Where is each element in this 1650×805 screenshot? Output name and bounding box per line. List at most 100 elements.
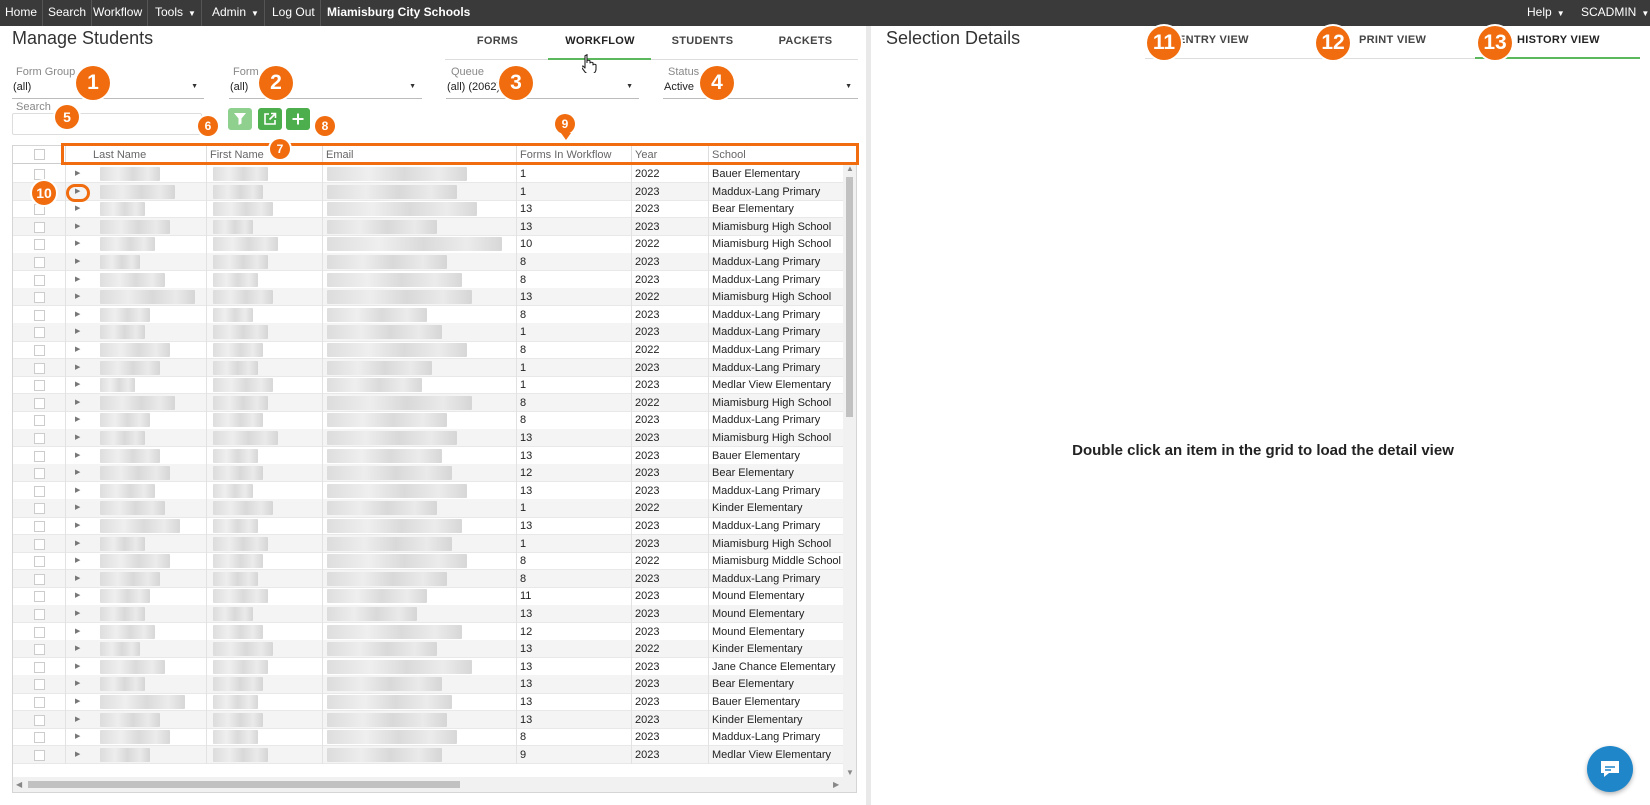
row-checkbox[interactable] (34, 573, 45, 585)
nav-home[interactable]: Home (0, 0, 44, 26)
vertical-scroll-thumb[interactable] (846, 177, 853, 417)
table-row[interactable]: ▶ 8 2023 Maddux-Lang Primary (13, 270, 843, 289)
table-row[interactable]: ▶ 13 2023 Miamisburg High School (13, 429, 843, 448)
filter-button[interactable] (228, 108, 252, 130)
table-row[interactable]: ▶ 8 2022 Miamisburg High School (13, 393, 843, 413)
row-checkbox[interactable] (34, 309, 45, 321)
add-button[interactable] (286, 108, 310, 130)
expand-row-icon[interactable]: ▶ (75, 482, 80, 500)
expand-row-icon[interactable]: ▶ (75, 464, 80, 482)
row-checkbox[interactable] (34, 749, 45, 761)
row-checkbox[interactable] (34, 292, 45, 304)
horizontal-scroll-thumb[interactable] (28, 781, 460, 788)
expand-row-icon[interactable]: ▶ (75, 218, 80, 236)
row-checkbox[interactable] (34, 204, 45, 216)
row-checkbox[interactable] (34, 345, 45, 356)
expand-row-icon[interactable]: ▶ (75, 658, 80, 676)
table-row[interactable]: ▶ 1 2023 Miamisburg High School (13, 534, 843, 553)
expand-row-icon[interactable]: ▶ (75, 499, 80, 517)
row-checkbox[interactable] (34, 362, 45, 374)
scroll-right-icon[interactable]: ▶ (833, 780, 839, 789)
expand-row-icon[interactable]: ▶ (75, 605, 80, 623)
nav-admin[interactable]: Admin ▼ (207, 0, 265, 26)
tab-packets[interactable]: PACKETS (758, 35, 853, 47)
row-checkbox[interactable] (34, 714, 45, 726)
row-checkbox[interactable] (34, 169, 45, 180)
table-row[interactable]: ▶ 12 2023 Bear Elementary (13, 464, 843, 483)
tab-students[interactable]: STUDENTS (655, 35, 750, 47)
expand-row-icon[interactable]: ▶ (75, 693, 80, 711)
expand-row-icon[interactable]: ▶ (75, 447, 80, 465)
search-input[interactable] (12, 113, 202, 135)
table-row[interactable]: ▶ 13 2023 Bear Elementary (13, 675, 843, 694)
row-checkbox[interactable] (34, 644, 45, 656)
nav-search[interactable]: Search (43, 0, 93, 26)
table-row[interactable]: ▶ 1 2023 Maddux-Lang Primary (13, 323, 843, 342)
tab-history-view[interactable]: HISTORY VIEW (1517, 34, 1637, 46)
expand-row-icon[interactable]: ▶ (75, 640, 80, 658)
row-checkbox[interactable] (34, 556, 45, 568)
expand-row-icon[interactable]: ▶ (75, 587, 80, 605)
table-row[interactable]: ▶ 13 2022 Miamisburg High School (13, 288, 843, 307)
row-checkbox[interactable] (34, 450, 45, 462)
row-checkbox[interactable] (34, 274, 45, 286)
row-checkbox[interactable] (34, 538, 45, 550)
row-checkbox[interactable] (34, 626, 45, 638)
table-row[interactable]: ▶ 8 2023 Maddux-Lang Primary (13, 253, 843, 272)
tab-forms[interactable]: FORMS (450, 35, 545, 47)
row-checkbox[interactable] (34, 679, 45, 691)
expand-row-icon[interactable]: ▶ (75, 359, 80, 377)
row-checkbox[interactable] (34, 239, 45, 251)
vertical-scrollbar[interactable]: ▲ ▼ (843, 164, 856, 777)
table-row[interactable]: ▶ 8 2022 Miamisburg Middle School (13, 552, 843, 571)
tab-print-view[interactable]: PRINT VIEW (1359, 34, 1459, 46)
nav-help[interactable]: Help ▼ (1522, 0, 1570, 26)
scroll-down-icon[interactable]: ▼ (846, 768, 854, 777)
table-row[interactable]: ▶ 13 2023 Jane Chance Elementary (13, 657, 843, 677)
nav-workflow[interactable]: Workflow (88, 0, 149, 26)
chat-button[interactable] (1587, 746, 1633, 792)
table-row[interactable]: ▶ 1 2022 Bauer Elementary (13, 165, 843, 184)
row-checkbox[interactable] (34, 732, 45, 744)
select-all-checkbox[interactable] (34, 149, 45, 160)
row-checkbox[interactable] (34, 221, 45, 233)
queue-select[interactable]: (all) (2062) ▼ (446, 77, 639, 99)
row-checkbox[interactable] (34, 521, 45, 532)
expand-row-icon[interactable]: ▶ (75, 165, 80, 183)
row-checkbox[interactable] (34, 433, 45, 444)
table-row[interactable]: ▶ 13 2023 Mound Elementary (13, 605, 843, 624)
expand-row-icon[interactable]: ▶ (75, 271, 80, 289)
table-row[interactable]: ▶ 1 2023 Maddux-Lang Primary (13, 358, 843, 377)
nav-logout[interactable]: Log Out (267, 0, 321, 26)
table-row[interactable]: ▶ 13 2023 Maddux-Lang Primary (13, 517, 843, 536)
expand-row-icon[interactable]: ▶ (75, 552, 80, 570)
expand-row-icon[interactable]: ▶ (75, 306, 80, 324)
row-checkbox[interactable] (34, 609, 45, 620)
expand-row-icon[interactable]: ▶ (75, 675, 80, 693)
table-row[interactable]: ▶ 8 2023 Maddux-Lang Primary (13, 569, 843, 589)
scroll-up-icon[interactable]: ▲ (846, 164, 854, 173)
row-checkbox[interactable] (34, 503, 45, 515)
table-row[interactable]: ▶ 9 2023 Medlar View Elementary (13, 745, 843, 765)
table-row[interactable]: ▶ 1 2023 Maddux-Lang Primary (13, 182, 843, 201)
expand-row-icon[interactable]: ▶ (75, 728, 80, 746)
expand-row-icon[interactable]: ▶ (75, 411, 80, 429)
expand-row-icon[interactable]: ▶ (75, 570, 80, 588)
table-row[interactable]: ▶ 1 2022 Kinder Elementary (13, 499, 843, 518)
expand-row-icon[interactable]: ▶ (75, 200, 80, 218)
table-row[interactable]: ▶ 11 2023 Mound Elementary (13, 587, 843, 606)
nav-tools[interactable]: Tools ▼ (150, 0, 202, 26)
horizontal-scrollbar[interactable]: ◀ ▶ (13, 777, 856, 792)
expand-row-icon[interactable]: ▶ (75, 517, 80, 535)
expand-row-icon[interactable]: ▶ (75, 323, 80, 341)
tab-workflow[interactable]: WORKFLOW (550, 35, 650, 47)
table-row[interactable]: ▶ 8 2023 Maddux-Lang Primary (13, 728, 843, 747)
row-checkbox[interactable] (34, 697, 45, 708)
row-checkbox[interactable] (34, 468, 45, 480)
row-checkbox[interactable] (34, 485, 45, 497)
form-select[interactable]: (all) ▼ (229, 77, 422, 99)
export-button[interactable] (258, 108, 282, 130)
table-row[interactable]: ▶ 13 2023 Miamisburg High School (13, 217, 843, 237)
row-checkbox[interactable] (34, 661, 45, 673)
expand-row-icon[interactable]: ▶ (75, 746, 80, 764)
